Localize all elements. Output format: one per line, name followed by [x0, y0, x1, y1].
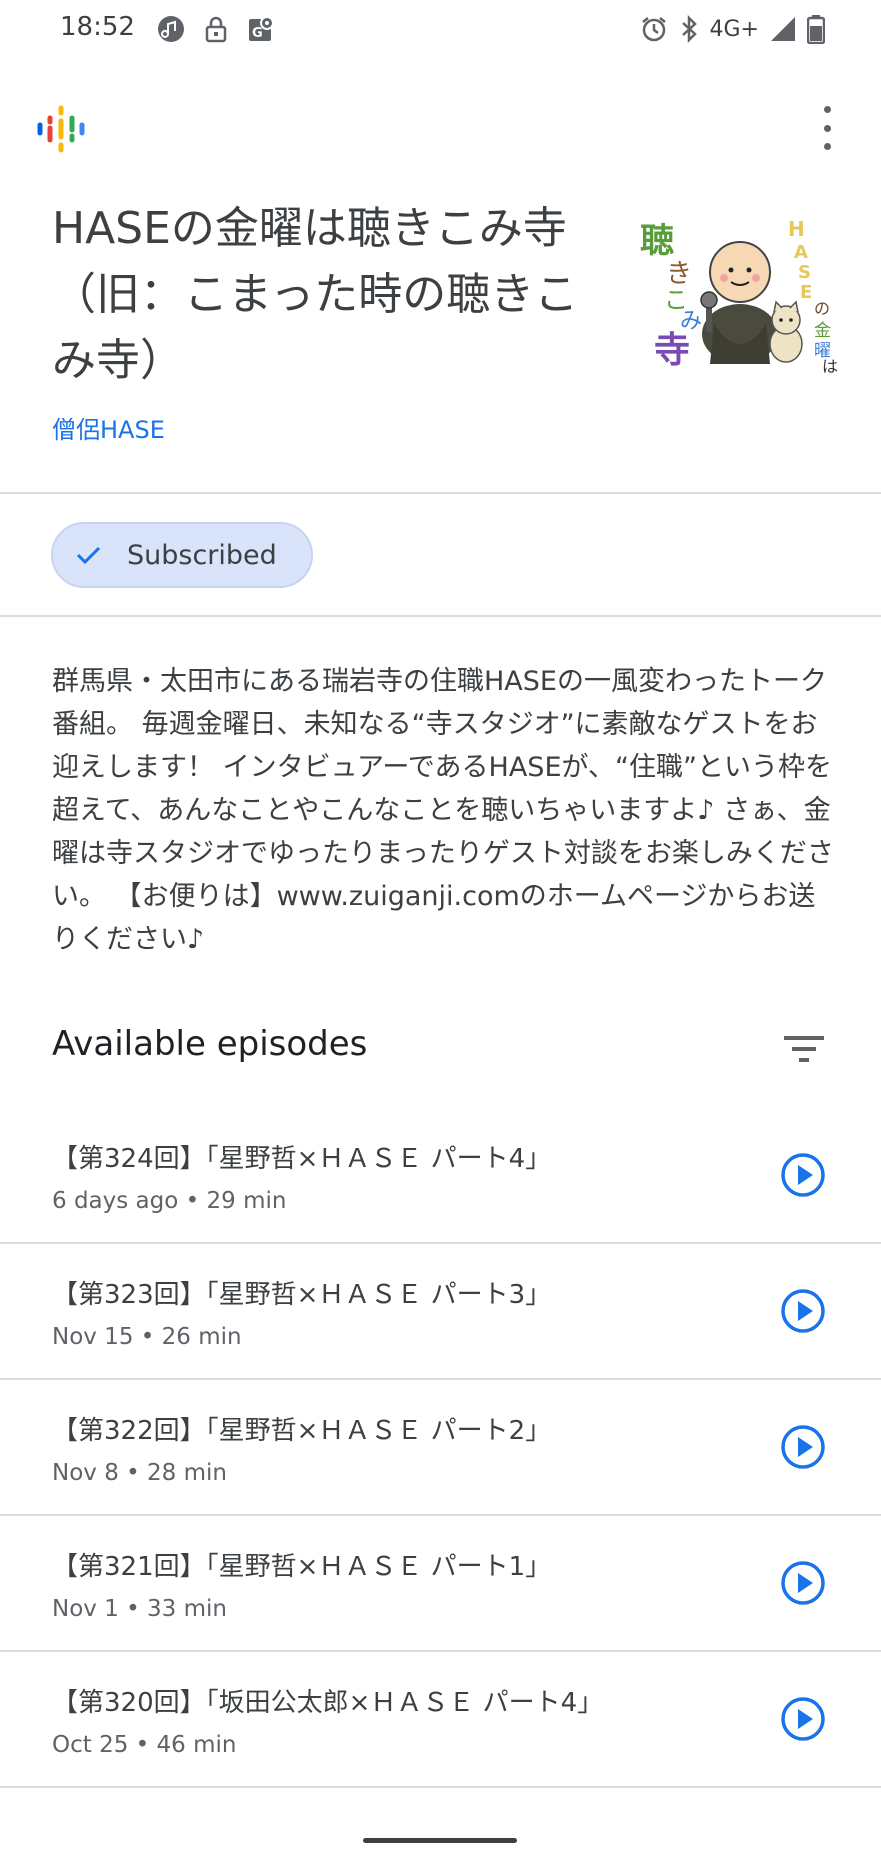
episode-row[interactable]: 【第322回】「星野哲×ＨＡＳＥ パート2」 Nov 8 • 28 min	[0, 1380, 881, 1516]
episode-meta: 6 days ago • 29 min	[52, 1188, 287, 1214]
svg-text:S: S	[798, 262, 811, 283]
signal-icon	[771, 17, 795, 41]
podcast-title: HASEの金曜は聴きこみ寺（旧：こまった時の聴きこみ寺）	[52, 203, 579, 386]
episode-row[interactable]: 【第323回】「星野哲×ＨＡＳＥ パート3」 Nov 15 • 26 min	[0, 1244, 881, 1380]
episode-row[interactable]: 【第324回】「星野哲×ＨＡＳＥ パート4」 6 days ago • 29 m…	[0, 1108, 881, 1244]
episode-meta: Oct 25 • 46 min	[52, 1732, 237, 1758]
episodes-section-title: Available episodes	[52, 1024, 368, 1064]
subscribe-divider	[0, 615, 881, 617]
google-podcasts-logo-icon[interactable]	[36, 104, 86, 154]
svg-text:き: き	[666, 259, 692, 289]
episode-row[interactable]: 【第321回】「星野哲×ＨＡＳＥ パート1」 Nov 1 • 33 min	[0, 1516, 881, 1652]
svg-text:E: E	[800, 282, 812, 303]
svg-text:聴: 聴	[640, 221, 674, 261]
episode-title: 【第320回】「坂田公太郎×ＨＡＳＥ パート4」	[52, 1688, 604, 1718]
home-indicator[interactable]	[363, 1838, 517, 1843]
episode-title: 【第322回】「星野哲×ＨＡＳＥ パート2」	[52, 1416, 552, 1446]
play-icon[interactable]	[780, 1560, 826, 1606]
episode-divider	[0, 1786, 881, 1788]
episode-row[interactable]: 【第320回】「坂田公太郎×ＨＡＳＥ パート4」 Oct 25 • 46 min	[0, 1652, 881, 1788]
play-icon[interactable]	[780, 1424, 826, 1470]
episode-title: 【第324回】「星野哲×ＨＡＳＥ パート4」	[52, 1144, 552, 1174]
svg-text:は: は	[822, 357, 838, 374]
svg-text:H: H	[788, 217, 805, 241]
play-icon[interactable]	[780, 1696, 826, 1742]
svg-text:の: の	[814, 299, 830, 318]
episode-meta: Nov 8 • 28 min	[52, 1460, 227, 1486]
subscribed-label: Subscribed	[127, 539, 277, 571]
episode-title: 【第323回】「星野哲×ＨＡＳＥ パート3」	[52, 1280, 552, 1310]
check-icon	[76, 546, 101, 565]
svg-text:G: G	[252, 26, 263, 41]
podcast-cover-art: 聴 き こ み 寺 H A S E の 金 曜 は	[636, 214, 846, 376]
bluetooth-icon	[681, 15, 697, 43]
svg-text:寺: 寺	[654, 330, 690, 371]
episode-title: 【第321回】「星野哲×ＨＡＳＥ パート1」	[52, 1552, 552, 1582]
header-divider	[0, 492, 881, 494]
battery-icon	[807, 15, 825, 44]
more-options-button[interactable]	[815, 106, 839, 150]
svg-text:A: A	[794, 242, 808, 263]
music-note-icon	[156, 14, 186, 44]
podcast-description: 群馬県・太田市にある瑞岩寺の住職HASEの一風変わったトーク番組。 毎週金曜日、…	[52, 666, 834, 955]
status-right-icons: 4G+	[640, 14, 825, 44]
episode-meta: Nov 15 • 26 min	[52, 1324, 242, 1350]
alarm-icon	[641, 17, 666, 42]
maps-icon: G	[246, 14, 276, 44]
filter-list-icon[interactable]	[782, 1032, 826, 1066]
lock-icon	[201, 14, 231, 44]
play-icon[interactable]	[780, 1152, 826, 1198]
status-time: 18:52	[60, 12, 135, 42]
podcast-author-link[interactable]: 僧侶HASE	[52, 410, 165, 445]
play-icon[interactable]	[780, 1288, 826, 1334]
network-type: 4G+	[709, 16, 759, 42]
episode-meta: Nov 1 • 33 min	[52, 1596, 227, 1622]
subscribed-button[interactable]: Subscribed	[51, 522, 313, 588]
svg-text:金: 金	[814, 321, 831, 341]
